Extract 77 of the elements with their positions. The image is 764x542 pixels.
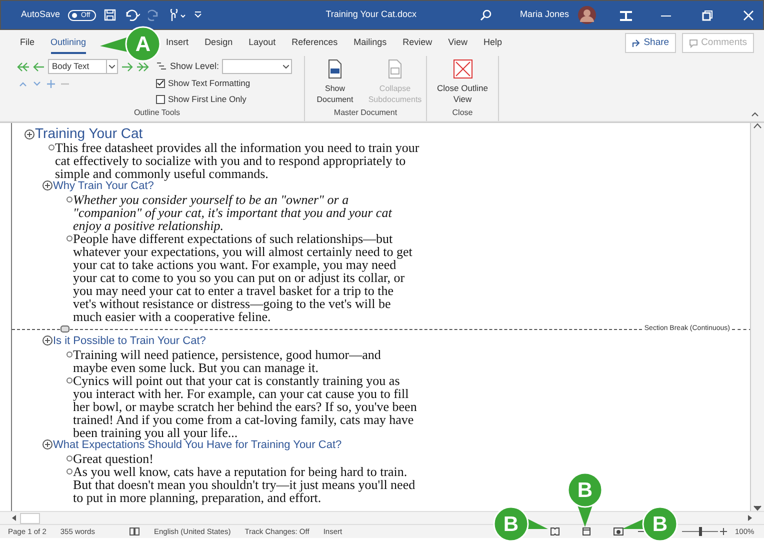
group-label: Master Document	[332, 107, 398, 119]
expand-heading-icon[interactable]	[24, 129, 35, 140]
ribbon-tab[interactable]: Mailings	[346, 34, 395, 52]
scroll-up-icon[interactable]	[753, 123, 762, 129]
body-text-marker-icon[interactable]	[66, 377, 73, 384]
body-text-marker-icon[interactable]	[66, 455, 73, 462]
ribbon-tab[interactable]: Help	[476, 34, 510, 52]
outline-heading: Training Your Cat	[35, 126, 143, 141]
scrollbar-thumb[interactable]	[20, 512, 40, 524]
document-title[interactable]: Training Your Cat.docx	[210, 8, 472, 22]
avatar-icon[interactable]	[577, 5, 597, 25]
close-icon	[452, 59, 472, 79]
section-break-icon	[60, 325, 70, 333]
customize-caret-icon[interactable]	[194, 11, 202, 19]
zoom-in-icon[interactable]	[720, 528, 727, 535]
ribbon-tab[interactable]: Insert	[158, 34, 197, 52]
expand-heading-icon[interactable]	[42, 439, 53, 450]
show-document-button[interactable]: Show Document	[311, 59, 359, 107]
body-paragraph: People have different expectations of such relationships—but whatever your expectations, you will almost certainly need to get your cat to take actions you want. For example, you may need your cat to come to you so you can put on or adjust its collar, or you may need your cat to enter a travel basket for a trip to the vet's without resistance or distress—going to the vet's will be much easier with a cooperative feline.	[73, 232, 414, 323]
outline-level-dropdown[interactable]: Body Text	[48, 59, 118, 74]
touch-mode-icon[interactable]	[168, 8, 186, 22]
group-label: Outline Tools	[132, 107, 182, 119]
ribbon-tab[interactable]: View	[440, 34, 476, 52]
ribbon-tab[interactable]: Review	[394, 34, 440, 52]
checkbox[interactable]	[156, 94, 165, 104]
restore-icon[interactable]	[701, 8, 714, 22]
body-text-marker-icon[interactable]	[66, 468, 73, 475]
read-mode-icon[interactable]	[550, 527, 560, 536]
show-level-label: Show Level:	[170, 60, 220, 73]
body-text-marker-icon[interactable]	[66, 235, 73, 242]
ribbon-tab[interactable]: References	[284, 34, 346, 52]
close-icon[interactable]	[742, 8, 755, 22]
body-paragraph: Cynics will point out that your cat is constantly training you as you interact with her. For example, can your cat cause you to fill her bowl, or maybe scratch her behind the ears? If so, you've been trained! And if you come from a cat-loving family, cats may have been training you all your life...	[73, 374, 418, 439]
body-text-marker-icon[interactable]	[66, 351, 73, 358]
expand-heading-icon[interactable]	[42, 180, 53, 191]
checkbox[interactable]	[156, 78, 165, 88]
document-icon	[327, 59, 343, 79]
ribbon-tab[interactable]: File	[12, 34, 43, 52]
body-paragraph: This free datasheet provides all the information you need to train your cat effectively to socialize with you and to respond appropriately to simple and commonly useful commands.	[55, 141, 420, 180]
checkbox-label: Show First Line Only	[168, 92, 246, 106]
web-layout-icon[interactable]	[613, 527, 624, 536]
zoom-out-icon[interactable]	[638, 528, 645, 535]
proofing-book-icon[interactable]	[128, 527, 140, 536]
group-label: Close	[451, 107, 474, 119]
ribbon-tab[interactable]: Design	[196, 34, 241, 52]
dropdown-caret-icon	[283, 64, 290, 68]
print-layout-icon[interactable]	[582, 527, 591, 536]
close-outline-view-button[interactable]: Close Outline View	[432, 59, 492, 107]
document-icon	[387, 59, 403, 79]
checkbox-label: Show Text Formatting	[168, 77, 250, 90]
outline-heading: What Expectations Should You Have for Training Your Cat?	[53, 439, 342, 452]
save-icon[interactable]	[104, 9, 116, 21]
share-icon	[632, 38, 641, 48]
ribbon-tab[interactable]: Outlining	[42, 34, 94, 52]
ribbon-tab[interactable]: Layout	[240, 34, 284, 52]
search-icon[interactable]	[480, 9, 492, 21]
comment-icon	[689, 38, 698, 48]
show-level-icon	[156, 62, 167, 72]
outline-heading: Why Train Your Cat?	[53, 180, 154, 193]
body-text-marker-icon[interactable]	[66, 196, 73, 203]
body-paragraph: As you well know, cats have a reputation for being hard to train. But that doesn't mean you shouldn't try—it just means you'll need to put in more planning, preparation, and effort.	[73, 465, 416, 504]
dropdown-caret-icon	[109, 64, 115, 68]
outline-heading: Is it Possible to Train Your Cat?	[53, 335, 206, 348]
ribbon-display-icon[interactable]	[619, 8, 632, 22]
scroll-left-icon[interactable]	[10, 514, 18, 522]
redo-icon	[148, 9, 160, 21]
autosave-label: AutoSave	[21, 8, 60, 22]
body-paragraph: Great question!	[73, 452, 155, 465]
scroll-down-icon[interactable]	[753, 505, 762, 511]
body-paragraph: Training will need patience, persistence, good humor—and maybe even some luck. But you can manage it.	[73, 348, 382, 374]
body-text-marker-icon[interactable]	[48, 144, 55, 151]
scroll-right-icon[interactable]	[746, 514, 754, 522]
expand-heading-icon[interactable]	[42, 335, 53, 346]
body-paragraph: Whether you consider yourself to be an "owner" or a "companion" of your cat, it's important that you and your cat enjoy a positive relationship.	[73, 193, 394, 232]
undo-icon[interactable]	[124, 9, 140, 21]
share-button[interactable]: Share	[624, 32, 676, 54]
user-name[interactable]: Maria Jones	[520, 8, 569, 22]
